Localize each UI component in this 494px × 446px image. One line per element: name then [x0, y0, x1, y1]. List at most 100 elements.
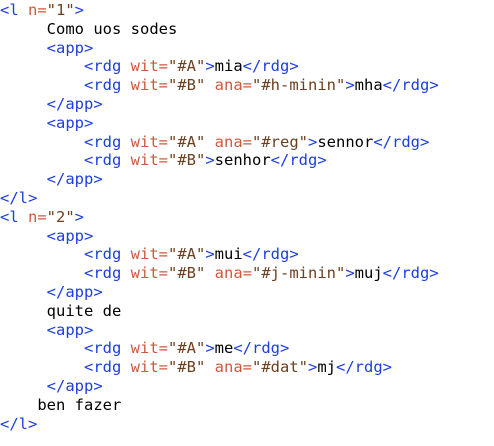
tag-token: >	[74, 1, 85, 19]
code-line: <app>	[0, 39, 494, 58]
tag-token: <app>	[46, 113, 94, 132]
attribute-name: ana=	[214, 264, 252, 283]
text-content	[205, 133, 214, 151]
tag-token: >	[74, 207, 85, 226]
text-content	[205, 264, 214, 282]
tag-token: <app>	[46, 320, 94, 339]
attribute-value: "1"	[46, 1, 75, 19]
code-line: quite de	[0, 302, 494, 321]
tag-token: <rdg	[84, 76, 131, 95]
tag-token: >	[345, 264, 355, 283]
tag-token: <rdg	[84, 358, 131, 377]
text-content: quite de	[46, 301, 122, 320]
tag-token: </app>	[46, 94, 103, 113]
text-content: Como uos sodes	[46, 19, 178, 38]
tag-token: >	[345, 76, 355, 95]
text-content	[205, 76, 214, 94]
code-line: <app>	[0, 227, 494, 246]
code-line: <app>	[0, 321, 494, 340]
attribute-value: "#j-minin"	[252, 264, 346, 283]
text-content: ben fazer	[37, 395, 122, 414]
tag-token: </rdg>	[382, 264, 439, 283]
tag-token: <app>	[46, 226, 94, 245]
code-line: Como uos sodes	[0, 20, 494, 39]
tag-token: </rdg>	[242, 245, 299, 264]
attribute-name: wit=	[130, 264, 168, 283]
tag-token: </app>	[46, 376, 103, 395]
tag-token: </app>	[46, 282, 103, 301]
text-content: mui	[214, 245, 243, 264]
attribute-name: wit=	[130, 358, 168, 377]
code-line: <rdg wit="#B" ana="#j-minin">muj</rdg>	[0, 264, 494, 283]
code-line: </app>	[0, 170, 494, 189]
tag-token: </rdg>	[270, 151, 327, 170]
attribute-name: wit=	[130, 132, 168, 151]
tag-token: <rdg	[84, 132, 131, 151]
tag-token: </rdg>	[382, 76, 439, 95]
tag-token: <rdg	[84, 57, 131, 76]
attribute-name: n=	[28, 1, 47, 19]
attribute-value: "#A"	[168, 245, 206, 264]
tag-token: <l	[0, 1, 28, 19]
code-line: <rdg wit="#B" ana="#dat">mj</rdg>	[0, 358, 494, 377]
attribute-value: "#A"	[168, 339, 206, 358]
tag-token: >	[205, 245, 215, 264]
code-line: </app>	[0, 283, 494, 302]
code-line: </app>	[0, 377, 494, 396]
code-line: <l n="1">	[0, 1, 494, 20]
tag-token: </app>	[46, 170, 103, 189]
code-line: </l>	[0, 189, 494, 208]
tag-token: <rdg	[84, 151, 131, 170]
text-content: sennor	[317, 132, 374, 151]
text-content: senhor	[214, 151, 271, 170]
attribute-name: ana=	[214, 358, 252, 377]
attribute-value: "#A"	[168, 132, 206, 151]
code-line: ben fazer	[0, 396, 494, 415]
code-line: <rdg wit="#A" ana="#reg">sennor</rdg>	[0, 133, 494, 152]
text-content: mj	[317, 358, 337, 377]
text-content	[205, 358, 214, 376]
xml-code-view: <l n="1"> Como uos sodes <app> <rdg wit=…	[0, 0, 494, 446]
attribute-name: wit=	[130, 245, 168, 264]
tag-token: <l	[0, 207, 28, 226]
attribute-value: "#h-minin"	[252, 76, 346, 95]
tag-token: </l>	[0, 188, 38, 207]
tag-token: >	[205, 151, 215, 170]
attribute-name: wit=	[130, 339, 168, 358]
tag-token: >	[205, 57, 215, 76]
code-line: <app>	[0, 114, 494, 133]
attribute-value: "#A"	[168, 57, 206, 76]
tag-token: <rdg	[84, 245, 131, 264]
tag-token: </rdg>	[336, 358, 393, 377]
tag-token: >	[205, 339, 215, 358]
attribute-name: wit=	[130, 151, 168, 170]
tag-token: </rdg>	[242, 57, 299, 76]
tag-token: </rdg>	[373, 132, 430, 151]
code-line: <rdg wit="#A">me</rdg>	[0, 339, 494, 358]
attribute-value: "#B"	[168, 264, 206, 283]
code-line: <rdg wit="#B">senhor</rdg>	[0, 151, 494, 170]
tag-token: </rdg>	[233, 339, 290, 358]
text-content: me	[214, 339, 234, 358]
tag-token: <rdg	[84, 339, 131, 358]
tag-token: >	[308, 132, 318, 151]
code-line: </l>	[0, 415, 494, 434]
attribute-value: "#dat"	[252, 358, 308, 377]
text-content: mia	[214, 57, 243, 76]
text-content: mha	[354, 76, 383, 95]
